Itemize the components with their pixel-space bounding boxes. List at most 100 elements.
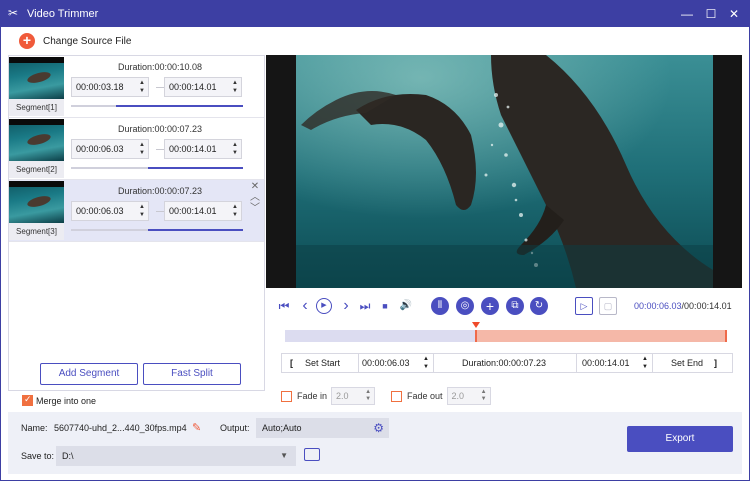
add-segment-button[interactable]: Add Segment	[40, 363, 138, 385]
segment-start-spinner[interactable]: ▲ ▼	[139, 79, 145, 95]
close-button[interactable]: ✕	[725, 5, 743, 23]
segment-end-field[interactable]: 00:00:14.01 ▲ ▼	[164, 77, 242, 97]
segment-start-field[interactable]: 00:00:06.03 ▲ ▼	[71, 139, 149, 159]
fade-out-spinner[interactable]: ▲ ▼	[481, 389, 487, 403]
segment-label: Segment[3]	[9, 223, 64, 240]
range-separator	[156, 87, 164, 88]
playhead-icon[interactable]	[472, 322, 481, 328]
set-end-button[interactable]: Set End	[671, 354, 703, 372]
segment-thumbnail[interactable]	[9, 181, 64, 223]
segment-end-field[interactable]: 00:00:14.01 ▲ ▼	[164, 139, 242, 159]
save-path-select[interactable]: D:\ ▼	[56, 446, 296, 466]
fade-out-label: Fade out	[407, 391, 443, 401]
segment-end-spinner[interactable]: ▲ ▼	[232, 203, 238, 219]
fade-out-checkbox[interactable]	[391, 390, 402, 402]
timeline-selection[interactable]	[475, 330, 727, 342]
segment-end-spinner[interactable]: ▲ ▼	[232, 79, 238, 95]
fast-split-button[interactable]: Fast Split	[143, 363, 241, 385]
spin-up-icon[interactable]: ▲	[139, 204, 145, 210]
fade-in-spinner[interactable]: ▲ ▼	[365, 389, 371, 403]
timecode: 00:00:06.03/00:00:14.01	[634, 301, 732, 311]
segment-progress	[71, 105, 243, 107]
delete-segment-icon[interactable]: ✕	[249, 181, 261, 192]
end-time-spin-down[interactable]: ▼	[642, 363, 648, 381]
volume-icon[interactable]: 🔊	[398, 298, 414, 314]
segment-thumbnail[interactable]	[9, 57, 64, 99]
duration-label: Duration:00:00:07.23	[462, 358, 547, 368]
spin-up-icon[interactable]: ▲	[139, 80, 145, 86]
spin-down-icon[interactable]: ▼	[232, 150, 238, 156]
spin-down-icon[interactable]: ▼	[232, 88, 238, 94]
play-icon[interactable]: ▶	[316, 298, 332, 314]
segment-start-field[interactable]: 00:00:03.18 ▲ ▼	[71, 77, 149, 97]
segment-end-value: 00:00:14.01	[169, 206, 217, 216]
folder-icon[interactable]	[304, 448, 320, 461]
spin-up-icon[interactable]: ▲	[232, 142, 238, 148]
end-time-field[interactable]: 00:00:14.01	[582, 354, 630, 372]
start-time-spin-down[interactable]: ▼	[423, 363, 429, 381]
segment-start-spinner[interactable]: ▲ ▼	[139, 203, 145, 219]
plus-icon: +	[19, 33, 35, 49]
title-bar: ✂ Video Trimmer — ☐ ✕	[0, 0, 750, 27]
file-name: 5607740-uhd_2...440_30fps.mp4	[54, 423, 187, 433]
previous-frame-icon[interactable]: ‹	[297, 298, 313, 314]
spin-up-icon[interactable]: ▲	[232, 204, 238, 210]
spin-down-icon[interactable]: ▼	[139, 150, 145, 156]
fade-in-spin-down[interactable]: ▼	[365, 396, 371, 402]
edit-name-icon[interactable]: ✎	[192, 421, 201, 434]
segment-start-spinner[interactable]: ▲ ▼	[139, 141, 145, 157]
timeline-track[interactable]	[285, 322, 727, 342]
export-button[interactable]: Export	[627, 426, 733, 452]
close-bracket-icon[interactable]: ]	[714, 354, 717, 372]
start-time-field[interactable]: 00:00:06.03	[362, 354, 410, 372]
chevron-down-icon[interactable]: ▼	[280, 446, 288, 466]
fade-in-spin-up[interactable]: ▲	[365, 389, 371, 395]
maximize-button[interactable]: ☐	[702, 5, 720, 23]
segment-row[interactable]: Segment[2] Duration:00:00:07.23 00:00:06.0…	[9, 118, 264, 180]
minimize-button[interactable]: —	[678, 5, 696, 23]
spin-down-icon[interactable]: ▼	[139, 88, 145, 94]
segment-end-field[interactable]: 00:00:14.01 ▲ ▼	[164, 201, 242, 221]
preview-in-icon[interactable]: ▷	[575, 297, 593, 315]
move-down-icon[interactable]: ﹀	[249, 203, 261, 214]
open-bracket-icon[interactable]: [	[290, 354, 293, 372]
merge-checkbox[interactable]: Merge into one	[22, 394, 97, 406]
copy-icon[interactable]: ⧉	[506, 297, 524, 315]
fade-out-spin-up[interactable]: ▲	[481, 389, 487, 395]
next-frame-icon[interactable]: ›	[338, 298, 354, 314]
segment-actions: ✕ ︿ ﹀	[249, 181, 261, 214]
add-icon[interactable]: +	[481, 297, 499, 315]
move-up-icon[interactable]: ︿	[249, 192, 261, 203]
segment-end-spinner[interactable]: ▲ ▼	[232, 141, 238, 157]
fade-out-input[interactable]: 2.0 ▲ ▼	[446, 387, 491, 405]
segment-progress-fill	[148, 229, 243, 231]
save-path-value: D:\	[62, 451, 74, 461]
spin-down-icon[interactable]: ▼	[139, 212, 145, 218]
fade-in-input[interactable]: 2.0 ▲ ▼	[331, 387, 376, 405]
fade-out-spin-down[interactable]: ▼	[481, 396, 487, 402]
spin-up-icon[interactable]: ▲	[139, 142, 145, 148]
skip-to-end-icon[interactable]: ⏭	[357, 298, 373, 314]
gear-icon[interactable]: ⚙	[373, 418, 384, 438]
stop-icon[interactable]: ■	[377, 298, 393, 314]
change-source-button[interactable]: + Change Source File	[19, 33, 131, 49]
snapshot-icon[interactable]: ◎	[456, 297, 474, 315]
preview-out-icon[interactable]: ▢	[599, 297, 617, 315]
segment-thumbnail[interactable]	[9, 119, 64, 161]
merge-label: Merge into one	[36, 395, 97, 406]
segment-start-value: 00:00:03.18	[76, 82, 124, 92]
segment-row[interactable]: Segment[1] Duration:00:00:10.08 00:00:03.1…	[9, 56, 264, 118]
fade-in-checkbox[interactable]	[281, 390, 292, 402]
segment-start-field[interactable]: 00:00:06.03 ▲ ▼	[71, 201, 149, 221]
segment-row[interactable]: Segment[3] Duration:00:00:07.23 00:00:06.0…	[9, 180, 264, 242]
spin-up-icon[interactable]: ▲	[232, 80, 238, 86]
reset-icon[interactable]: ↻	[530, 297, 548, 315]
change-source-label: Change Source File	[43, 35, 132, 47]
output-format-field[interactable]: Auto;Auto ⚙	[256, 418, 389, 438]
spin-down-icon[interactable]: ▼	[232, 212, 238, 218]
split-icon[interactable]: ⫴	[431, 297, 449, 315]
skip-to-start-icon[interactable]: ⏮	[276, 298, 292, 314]
video-preview[interactable]	[296, 55, 713, 288]
merge-check-icon[interactable]	[22, 394, 33, 406]
set-start-button[interactable]: Set Start	[305, 354, 340, 372]
